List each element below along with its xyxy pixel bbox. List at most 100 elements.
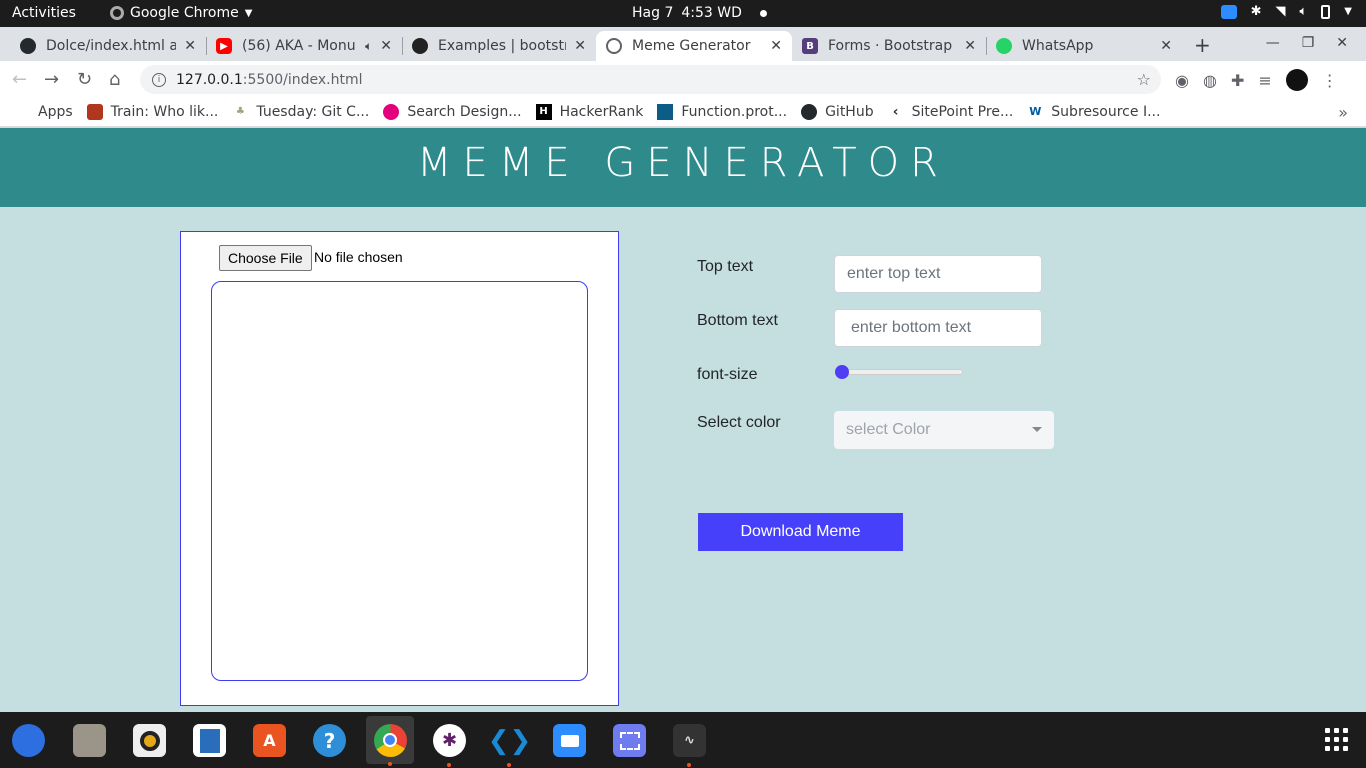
writer-icon[interactable] <box>193 724 226 757</box>
slack-icon[interactable]: ✱ <box>433 724 466 767</box>
top-text-label: Top text <box>697 258 754 275</box>
system-tray[interactable]: ✱ ◥ 🔈︎ ▼ <box>1220 4 1352 19</box>
screenshot-icon[interactable] <box>613 724 646 757</box>
new-tab-icon[interactable]: + <box>1194 33 1211 57</box>
back-icon[interactable]: ← <box>12 69 27 90</box>
url-text[interactable]: 127.0.0.1:5500/index.html <box>176 72 363 88</box>
address-bar[interactable]: i 127.0.0.1:5500/index.html ☆ <box>140 65 1161 94</box>
whatsapp-icon <box>996 38 1012 54</box>
activities-button[interactable]: Activities <box>12 5 76 21</box>
battery-icon[interactable] <box>1321 4 1331 19</box>
more-bookmarks-icon[interactable]: » <box>1338 103 1348 122</box>
help-icon[interactable]: ? <box>313 724 346 757</box>
rhythmbox-icon[interactable] <box>133 724 166 757</box>
color-select[interactable]: select Color <box>834 411 1054 449</box>
bottom-text-input[interactable]: enter bottom text <box>834 309 1042 347</box>
software-icon[interactable]: A <box>253 724 286 757</box>
tab-title: Examples | bootstr <box>438 38 567 54</box>
minimize-icon[interactable]: — <box>1266 35 1280 51</box>
tab-bootstrap-examples[interactable]: Examples | bootstr ✕ <box>402 31 596 61</box>
bookmark-github[interactable]: GitHub <box>801 103 874 120</box>
volume-icon[interactable]: 🔈︎ <box>1299 4 1307 19</box>
top-text-input[interactable]: enter top text <box>834 255 1042 293</box>
image-panel: Choose File No file chosen <box>180 231 619 706</box>
tab-title: (56) AKA - Monu <box>242 38 356 54</box>
close-icon[interactable]: ✕ <box>184 38 196 54</box>
zoom-icon[interactable] <box>553 724 586 757</box>
slack-tray-icon[interactable]: ✱ <box>1251 4 1262 19</box>
window-controls: — ❐ ✕ <box>1266 35 1348 51</box>
bookmark-label: Function.prot... <box>681 103 788 120</box>
bookmark-dribbble[interactable]: Search Design... <box>383 103 522 120</box>
meme-canvas[interactable] <box>211 281 588 681</box>
caret-down-icon[interactable]: ▼ <box>1344 6 1352 17</box>
bookmark-sitepoint[interactable]: ‹ SitePoint Pre... <box>888 104 1014 120</box>
bookmark-star-icon[interactable]: ☆ <box>1137 70 1151 89</box>
tab-title: Meme Generator <box>632 38 751 54</box>
download-meme-button[interactable]: Download Meme <box>698 513 903 551</box>
bookmark-mdn[interactable]: Function.prot... <box>657 103 788 120</box>
tab-title: WhatsApp <box>1022 38 1094 54</box>
hackerrank-icon: H <box>535 103 552 120</box>
extension-owl-icon[interactable]: ◉ <box>1175 71 1189 90</box>
apps-grid-icon <box>14 104 30 120</box>
date-label: Hag 7 <box>632 5 674 21</box>
running-indicator <box>687 763 691 767</box>
close-icon[interactable]: ✕ <box>770 38 782 54</box>
tab-meme-generator[interactable]: Meme Generator ✕ <box>596 31 792 61</box>
bottom-text-label: Bottom text <box>697 312 778 329</box>
bookmark-label: Tuesday: Git C... <box>256 103 370 120</box>
system-top-bar: Activities Google Chrome ▼ Hag 7 4:53 WD… <box>0 0 1366 27</box>
bookmark-codewars[interactable]: Train: Who lik... <box>86 103 218 120</box>
close-icon[interactable]: ✕ <box>574 38 586 54</box>
zoom-tray-icon[interactable] <box>1220 4 1237 19</box>
browser-toolbar: ← → ↻ ⌂ i 127.0.0.1:5500/index.html ☆ ◉ … <box>0 61 1366 97</box>
chrome-icon[interactable] <box>366 716 414 766</box>
close-icon[interactable]: ✕ <box>964 38 976 54</box>
bookmark-hackerrank[interactable]: H HackerRank <box>535 103 643 120</box>
forward-icon[interactable]: → <box>44 69 59 90</box>
tab-github[interactable]: Dolce/index.html a ✕ <box>10 31 206 61</box>
extension-globe-icon[interactable]: ◍ <box>1203 71 1217 90</box>
chrome-icon <box>110 6 124 20</box>
wifi-icon[interactable]: ◥ <box>1275 4 1285 19</box>
close-icon[interactable]: ✕ <box>380 38 392 54</box>
restore-icon[interactable]: ❐ <box>1302 35 1315 51</box>
page-viewport: MEME GENERATOR Choose File No file chose… <box>0 128 1366 712</box>
files-icon[interactable] <box>73 724 106 757</box>
app-menu[interactable]: Google Chrome ▼ <box>110 5 252 21</box>
clock[interactable]: Hag 7 4:53 WD <box>632 5 767 21</box>
info-icon[interactable]: i <box>152 72 166 87</box>
thunderbird-icon[interactable] <box>12 724 45 757</box>
menu-dots-icon[interactable]: ⋮ <box>1322 71 1338 90</box>
slider-track <box>835 369 963 375</box>
bookmark-label: Apps <box>38 103 73 120</box>
profile-avatar[interactable] <box>1285 69 1308 91</box>
tab-whatsapp[interactable]: WhatsApp ✕ <box>986 31 1182 61</box>
vscode-icon[interactable]: ❮❯ <box>488 724 531 767</box>
close-icon[interactable]: ✕ <box>1160 38 1172 54</box>
home-icon[interactable]: ⌂ <box>109 69 120 90</box>
monitor-icon[interactable]: ∿ <box>673 724 706 767</box>
speaker-icon[interactable]: 🔈︎ <box>365 39 372 54</box>
url-host: 127.0.0.1 <box>176 71 243 88</box>
show-apps-icon[interactable] <box>1325 728 1348 751</box>
slider-thumb[interactable] <box>835 365 849 379</box>
close-window-icon[interactable]: ✕ <box>1336 35 1348 51</box>
media-queue-icon[interactable]: ≡ <box>1258 71 1271 90</box>
extensions-puzzle-icon[interactable]: ✚ <box>1231 71 1244 90</box>
youtube-icon: ▶ <box>216 38 232 54</box>
font-size-slider[interactable] <box>835 365 963 379</box>
dribbble-icon <box>383 103 400 120</box>
bookmark-git[interactable]: ♣ Tuesday: Git C... <box>232 104 369 120</box>
reload-icon[interactable]: ↻ <box>77 69 92 90</box>
select-color-label: Select color <box>697 414 781 431</box>
bookmark-apps[interactable]: Apps <box>14 104 73 120</box>
bootstrap-icon: B <box>802 38 818 54</box>
bootstrap-icon <box>412 38 428 54</box>
tab-forms-bootstrap[interactable]: B Forms · Bootstrap ✕ <box>792 31 986 61</box>
choose-file-button[interactable]: Choose File <box>219 245 312 271</box>
bookmark-w3c[interactable]: W Subresource I... <box>1027 104 1160 120</box>
running-indicator <box>388 762 392 766</box>
tab-youtube[interactable]: ▶ (56) AKA - Monu 🔈︎ ✕ <box>206 31 402 61</box>
